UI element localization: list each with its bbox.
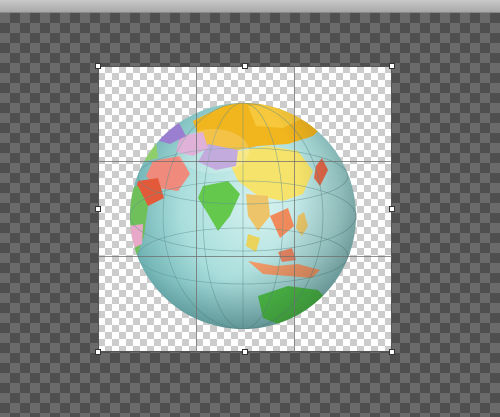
- handle-top-left[interactable]: [95, 63, 101, 69]
- handle-top-center[interactable]: [242, 63, 248, 69]
- handle-bottom-right[interactable]: [389, 349, 395, 355]
- handle-bottom-left[interactable]: [95, 349, 101, 355]
- handle-middle-right[interactable]: [389, 206, 395, 212]
- grid-line-horizontal-2: [98, 256, 392, 257]
- handle-top-right[interactable]: [389, 63, 395, 69]
- grid-line-vertical-2: [294, 66, 295, 352]
- grid-line-horizontal-1: [98, 161, 392, 162]
- handle-bottom-center[interactable]: [242, 349, 248, 355]
- title-bar: [0, 0, 500, 13]
- transform-bounding-box[interactable]: [98, 66, 392, 352]
- grid-line-vertical-1: [196, 66, 197, 352]
- editor-window: [0, 0, 500, 417]
- handle-middle-left[interactable]: [95, 206, 101, 212]
